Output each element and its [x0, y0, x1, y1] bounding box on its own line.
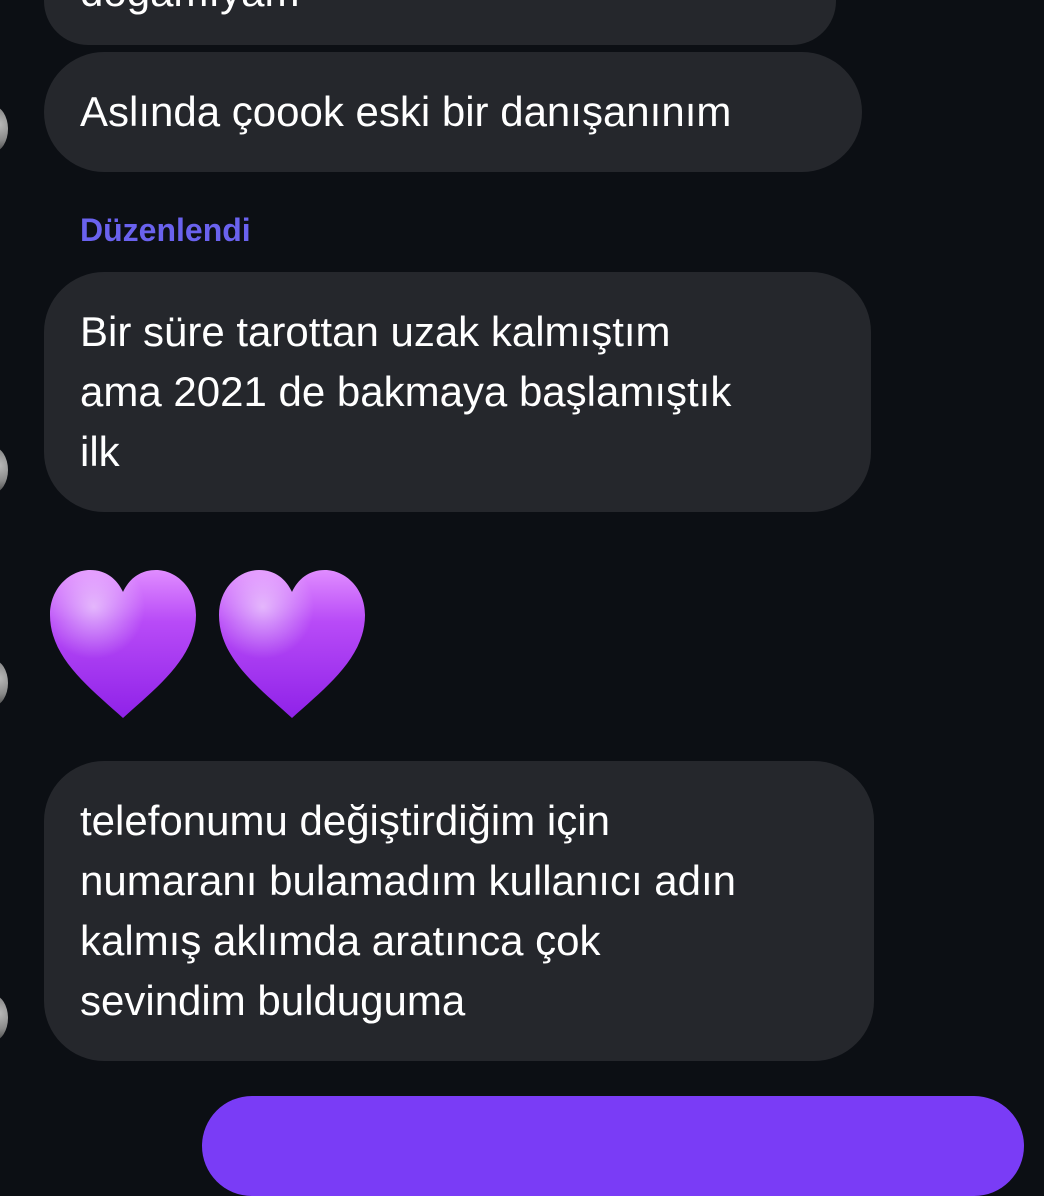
- purple-heart-icon: [219, 570, 365, 718]
- message-text: Aslında çoook eski bir danışanınım: [80, 88, 732, 135]
- message-bubble[interactable]: telefonumu değiştirdiğim için numaranı b…: [44, 761, 874, 1061]
- message-line: ama 2021 de bakmaya başlamıştık: [80, 368, 732, 415]
- edited-label: Düzenlendi: [80, 212, 251, 248]
- purple-hearts: [50, 570, 365, 718]
- message-bubble[interactable]: Bir süre tarottan uzak kalmıştım ama 202…: [44, 272, 871, 512]
- emoji-message[interactable]: [50, 570, 375, 720]
- message-bubble[interactable]: doğamıyam: [44, 0, 836, 45]
- message-bubble[interactable]: Aslında çoook eski bir danışanınım: [44, 52, 862, 172]
- sender-avatar[interactable]: [0, 106, 8, 152]
- message-line: kalmış aklımda aratınca çok: [80, 917, 601, 964]
- sender-avatar[interactable]: [0, 660, 8, 706]
- message-line: Bir süre tarottan uzak kalmıştım: [80, 308, 671, 355]
- message-line: telefonumu değiştirdiğim için: [80, 797, 610, 844]
- sender-avatar[interactable]: [0, 447, 8, 493]
- message-line: sevindim bulduguma: [80, 977, 466, 1024]
- message-text: doğamıyam: [80, 0, 299, 15]
- outgoing-message-bubble[interactable]: [202, 1096, 1024, 1196]
- message-line: numaranı bulamadım kullanıcı adın: [80, 857, 737, 904]
- message-line: ilk: [80, 428, 120, 475]
- sender-avatar[interactable]: [0, 995, 8, 1041]
- purple-heart-icon: [50, 570, 196, 718]
